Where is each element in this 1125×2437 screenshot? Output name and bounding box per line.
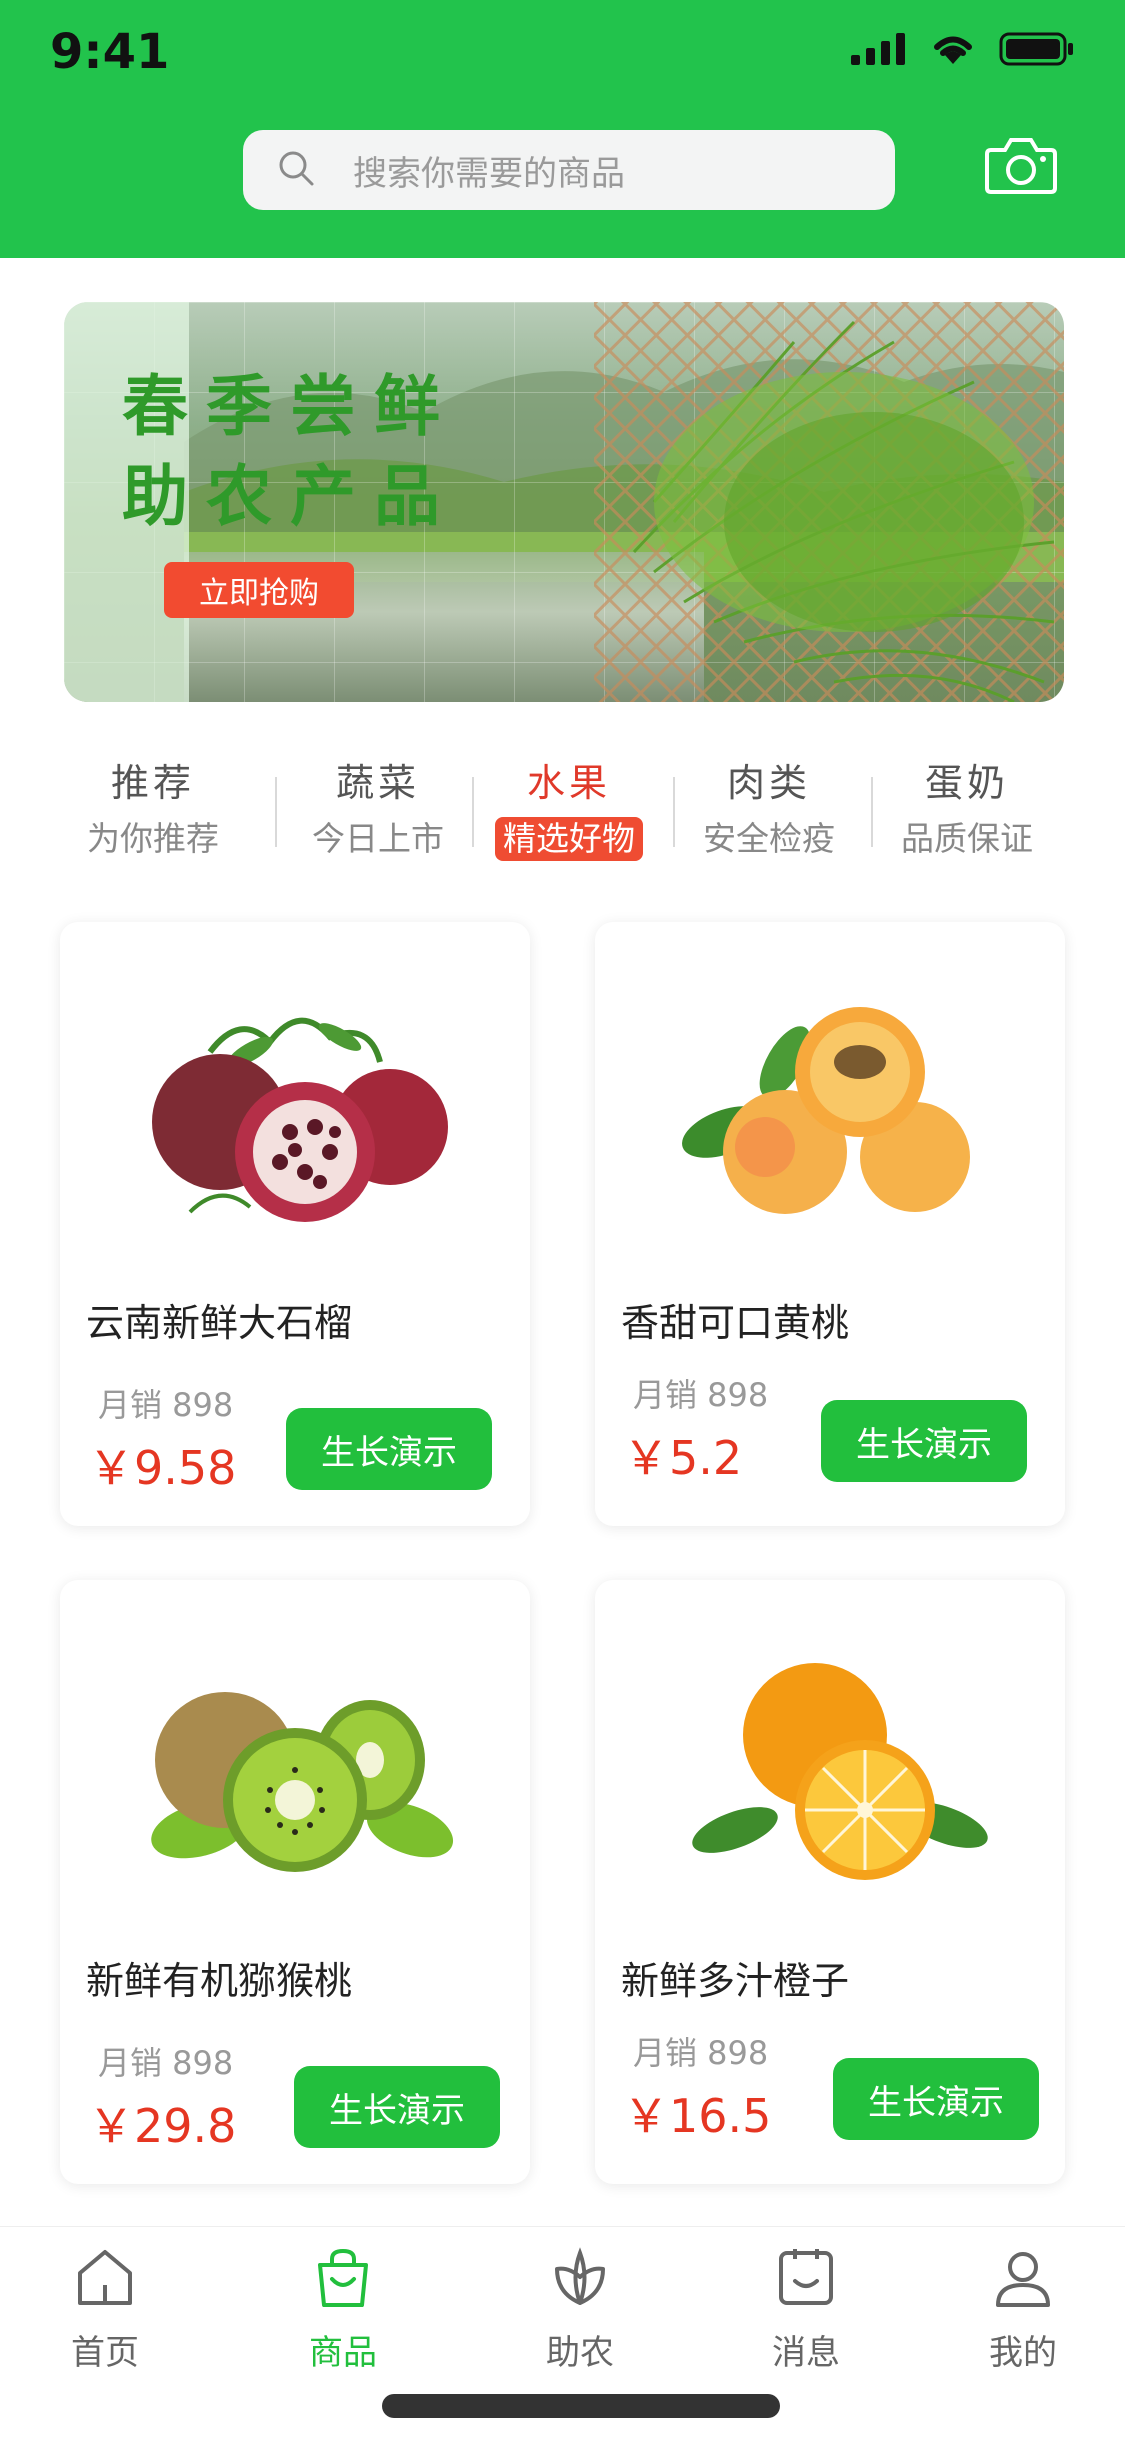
product-card[interactable]: 云南新鲜大石榴 月销 898 ￥9.58 生长演示 xyxy=(60,922,530,1526)
tab-label: 首页 xyxy=(71,2333,139,2373)
tab-label: 消息 xyxy=(772,2333,840,2373)
vegetable-image xyxy=(594,302,1064,702)
product-sales: 月销 898 xyxy=(633,2034,769,2072)
product-sales: 月销 898 xyxy=(98,1386,234,1424)
tab-label: 商品 xyxy=(309,2333,377,2373)
tab-label: 我的 xyxy=(989,2333,1057,2373)
product-sales: 月销 898 xyxy=(633,1376,769,1414)
pomegranate-icon xyxy=(152,1017,448,1222)
header: 9:41 搜索你需要的商品 xyxy=(0,0,1125,258)
category-tab-meat[interactable]: 肉类 安全检疫 xyxy=(674,752,864,861)
tab-label: 助农 xyxy=(546,2333,614,2373)
banner-title-line1: 春季尝鲜 xyxy=(122,368,458,445)
apricot-icon xyxy=(682,1007,970,1214)
category-tab-recommend[interactable]: 推荐 为你推荐 xyxy=(58,752,248,861)
category-tab-vegetables[interactable]: 蔬菜 今日上市 xyxy=(283,752,473,861)
product-name: 云南新鲜大石榴 xyxy=(86,1301,353,1345)
wifi-icon xyxy=(934,36,972,64)
growth-demo-button[interactable]: 生长演示 xyxy=(294,2066,500,2148)
banner-title: 春季尝鲜 助农产品 xyxy=(122,362,458,542)
kiwi-icon xyxy=(151,1692,454,1872)
product-name: 香甜可口黄桃 xyxy=(621,1301,850,1345)
product-name: 新鲜有机猕猴桃 xyxy=(86,1959,353,2003)
product-price: ￥9.58 xyxy=(88,1441,237,1495)
product-card[interactable]: 新鲜多汁橙子 月销 898 ￥16.5 生长演示 xyxy=(595,1580,1065,2184)
growth-demo-button[interactable]: 生长演示 xyxy=(821,1400,1027,1482)
search-placeholder: 搜索你需要的商品 xyxy=(353,153,625,194)
shopping-bag-icon xyxy=(318,2248,368,2307)
promo-banner[interactable]: 春季尝鲜 助农产品 立即抢购 xyxy=(64,302,1064,702)
home-indicator xyxy=(382,2394,780,2418)
growth-demo-button[interactable]: 生长演示 xyxy=(286,1408,492,1490)
orange-icon xyxy=(692,1663,988,1880)
battery-icon xyxy=(999,32,1073,66)
growth-demo-button[interactable]: 生长演示 xyxy=(833,2058,1039,2140)
tab-profile[interactable]: 我的 xyxy=(938,2247,1108,2374)
divider xyxy=(275,777,277,847)
buy-now-button[interactable]: 立即抢购 xyxy=(164,562,354,618)
product-price: ￥5.2 xyxy=(623,1431,743,1485)
message-icon xyxy=(779,2249,833,2305)
tab-home[interactable]: 首页 xyxy=(20,2247,190,2374)
product-price: ￥16.5 xyxy=(623,2089,772,2143)
category-tabs: 推荐 为你推荐 蔬菜 今日上市 水果 精选好物 肉类 安全检疫 蛋奶 品质保证 xyxy=(0,752,1125,862)
product-card[interactable]: 新鲜有机猕猴桃 月销 898 ￥29.8 生长演示 xyxy=(60,1580,530,2184)
product-name: 新鲜多汁橙子 xyxy=(621,1959,850,2003)
tab-messages[interactable]: 消息 xyxy=(721,2247,891,2374)
status-time: 9:41 xyxy=(50,24,170,80)
product-sales: 月销 898 xyxy=(98,2044,234,2082)
banner-title-line2: 助农产品 xyxy=(122,458,458,535)
user-icon xyxy=(996,2252,1050,2307)
category-tab-fruit[interactable]: 水果 精选好物 xyxy=(474,752,664,861)
signal-icon xyxy=(851,33,905,65)
home-icon xyxy=(78,2250,132,2305)
leaf-icon xyxy=(555,2247,605,2305)
product-price: ￥29.8 xyxy=(88,2099,237,2153)
status-icons xyxy=(851,32,1075,66)
search-bar[interactable]: 搜索你需要的商品 xyxy=(243,130,895,210)
camera-icon[interactable] xyxy=(985,134,1057,200)
tab-agri-support[interactable]: 助农 xyxy=(495,2247,665,2374)
category-tab-dairy[interactable]: 蛋奶 品质保证 xyxy=(872,752,1062,861)
product-card[interactable]: 香甜可口黄桃 月销 898 ￥5.2 生长演示 xyxy=(595,922,1065,1526)
tab-products[interactable]: 商品 xyxy=(258,2247,428,2374)
search-icon xyxy=(277,149,315,191)
